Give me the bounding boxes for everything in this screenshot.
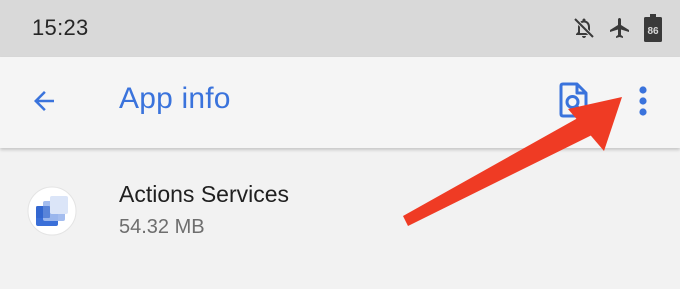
status-time: 15:23: [32, 15, 89, 40]
app-info-content: Actions Services 54.32 MB: [0, 148, 680, 289]
document-search-button[interactable]: [556, 82, 592, 123]
document-search-icon: [558, 82, 590, 123]
battery-level: 86: [647, 26, 659, 37]
app-name: Actions Services: [119, 181, 290, 207]
arrow-back-icon: [29, 86, 59, 121]
battery-icon: 86: [644, 14, 662, 42]
actions-services-app-icon: [27, 186, 77, 236]
status-icons: 86: [572, 14, 662, 42]
more-options-button[interactable]: [630, 83, 656, 123]
notifications-off-icon: [572, 16, 596, 40]
app-header-row[interactable]: Actions Services 54.32 MB: [0, 168, 680, 248]
more-vert-icon: [638, 85, 648, 122]
status-bar: 15:23 86: [0, 0, 680, 57]
page-title: App info: [119, 82, 231, 115]
app-size: 54.32 MB: [119, 216, 205, 238]
app-bar: App info: [0, 57, 680, 148]
airplane-mode-icon: [608, 16, 632, 40]
back-button[interactable]: [26, 85, 62, 121]
